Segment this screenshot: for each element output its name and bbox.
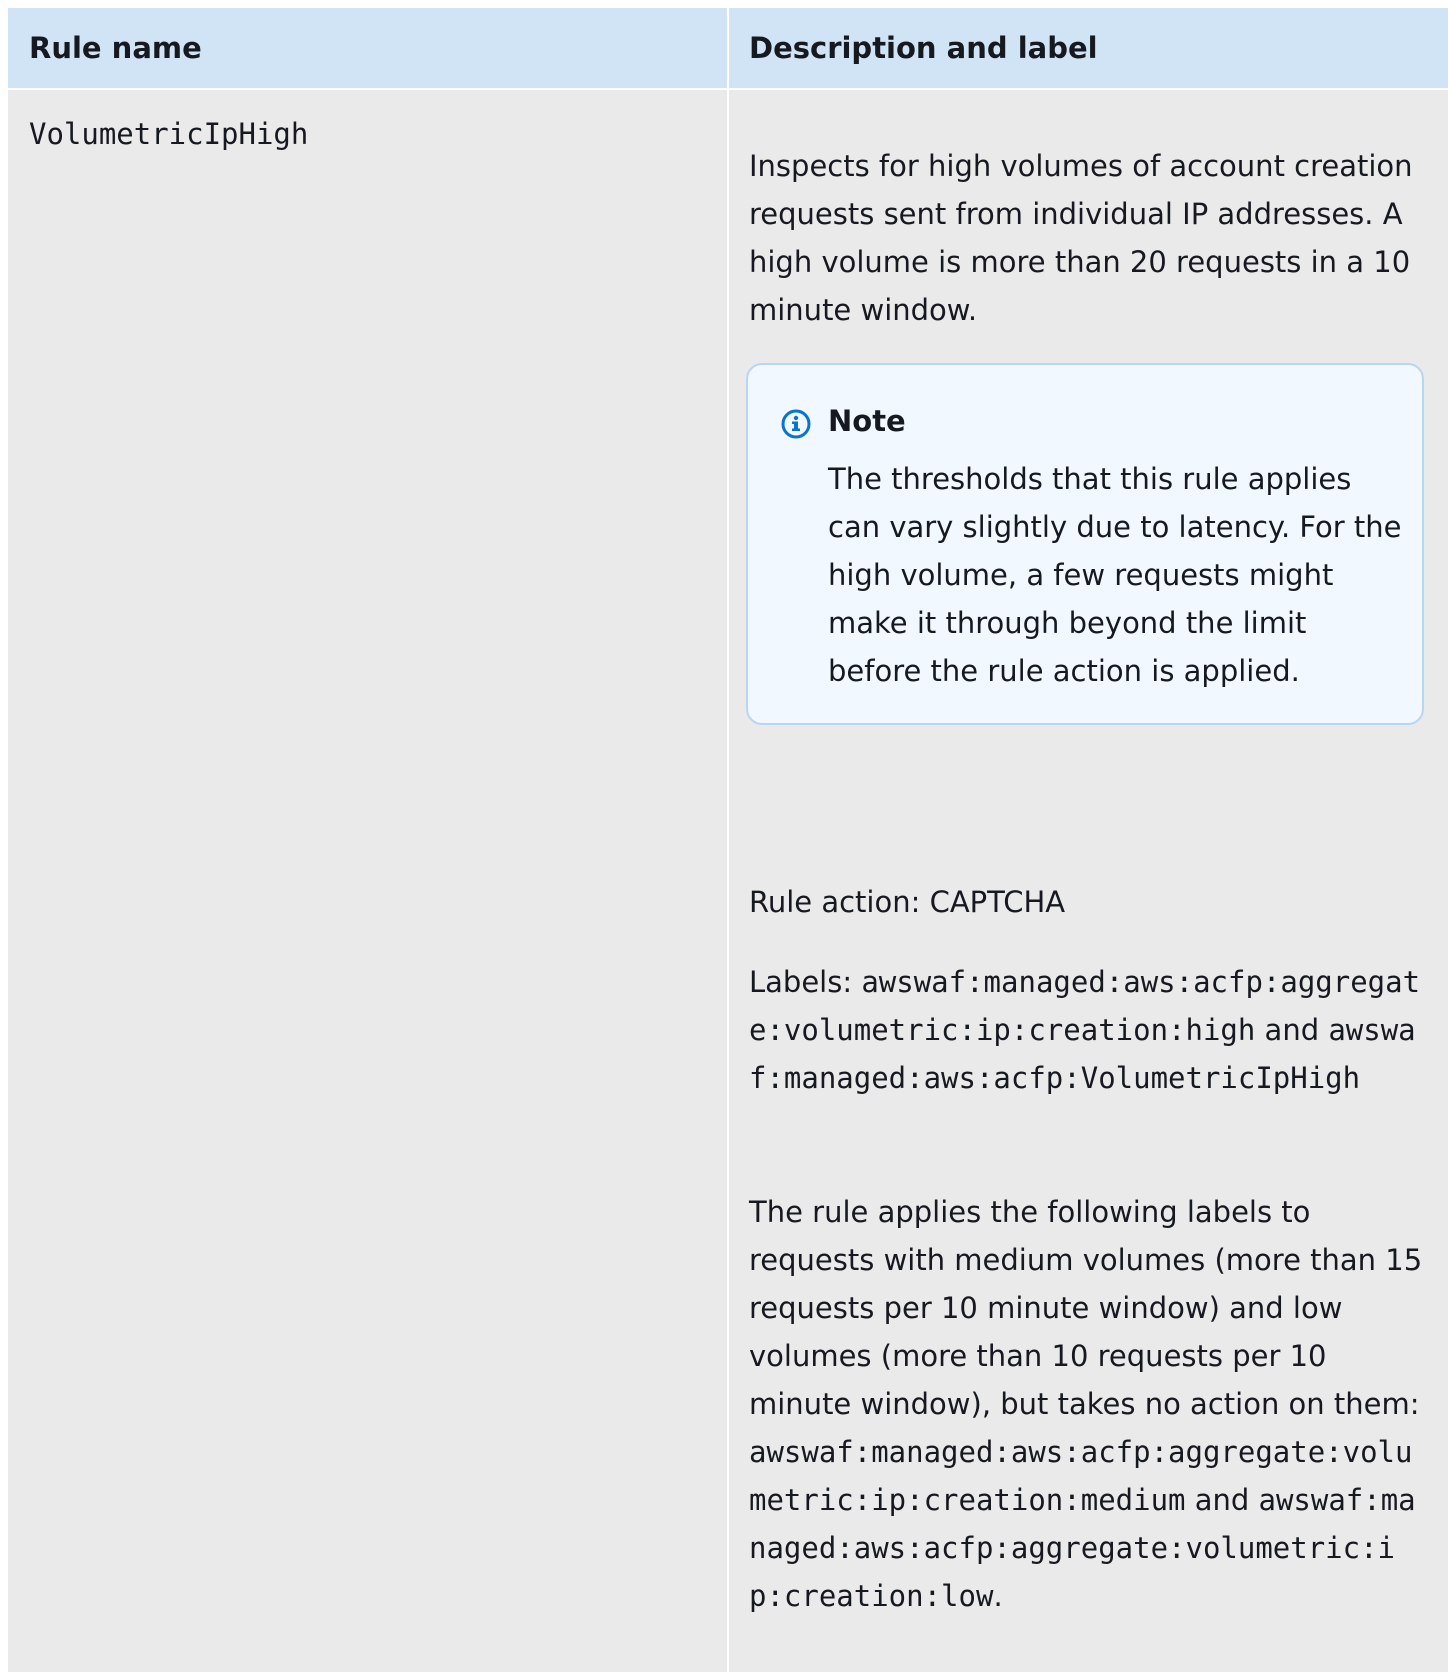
header-description-and-label: Description and label [749, 31, 1098, 65]
note-body: The thresholds that this rule applies ca… [828, 462, 1402, 688]
rule-description: Inspects for high volumes of account cre… [749, 149, 1413, 327]
rule-name-cell: VolumetricIpHigh [29, 117, 309, 151]
labels-and: and [1255, 1013, 1329, 1047]
rules-table: Rule name Description and label Volumetr… [8, 8, 1448, 1672]
column-divider [727, 8, 729, 1672]
note-callout: Note The thresholds that this rule appli… [746, 363, 1424, 725]
additional-labels-text: The rule applies the following labels to… [749, 1188, 1429, 1620]
rule-labels: Labels: awswaf:managed:aws:acfp:aggregat… [749, 958, 1429, 1102]
rule-action: Rule action: CAPTCHA [749, 885, 1066, 919]
info-icon [781, 409, 811, 439]
note-title: Note [828, 404, 906, 438]
additional-and: and [1185, 1483, 1259, 1517]
labels-prefix: Labels: [749, 965, 862, 999]
period: . [993, 1579, 1003, 1613]
additional-labels-intro: The rule applies the following labels to… [749, 1195, 1423, 1421]
header-rule-name: Rule name [29, 31, 202, 65]
